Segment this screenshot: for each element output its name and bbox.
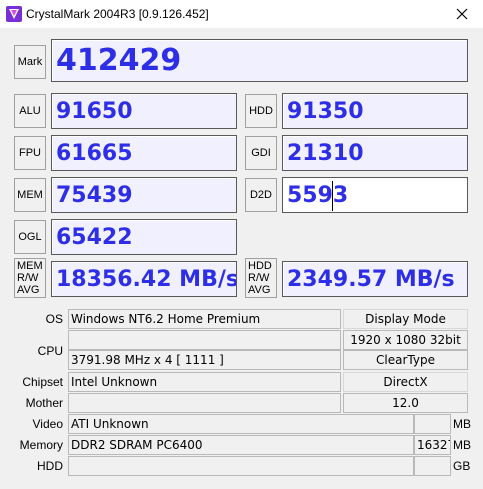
memory-label: Memory	[19, 438, 63, 452]
hdd-rw-avg-value: 2349.57 MB/s	[282, 261, 468, 297]
hdd-info-label: HDD	[37, 459, 63, 473]
memory-size-field: 16327	[414, 435, 451, 455]
ogl-value: 65422	[51, 219, 237, 255]
close-button[interactable]	[441, 0, 483, 28]
hdd-rw-avg-label: HDD R/W AVG	[248, 260, 272, 296]
os-label: OS	[45, 312, 63, 326]
video-label: Video	[32, 417, 63, 431]
gdi-value: 21310	[282, 135, 468, 171]
cpu-label: CPU	[37, 344, 63, 358]
mother-label: Mother	[25, 396, 63, 410]
main-panel: Mark 412429 ALU 91650 HDD 91350 FPU 6166…	[9, 32, 477, 478]
display-mode-field: 1920 x 1080 32bit	[343, 330, 468, 350]
mem-button[interactable]: MEM	[14, 178, 46, 212]
gdi-button[interactable]: GDI	[245, 136, 277, 170]
chipset-field: Intel Unknown	[68, 372, 341, 392]
cpu-field: 3791.98 MHz x 4 [ 1111 ]	[68, 350, 341, 370]
alu-button[interactable]: ALU	[14, 94, 46, 128]
fpu-button[interactable]: FPU	[14, 136, 46, 170]
ogl-button[interactable]: OGL	[14, 220, 46, 254]
mother-field	[68, 393, 341, 413]
fpu-value: 61665	[51, 135, 237, 171]
hdd-value: 91350	[282, 93, 468, 129]
window-title: CrystalMark 2004R3 [0.9.126.452]	[26, 7, 209, 21]
hdd-size-field	[414, 456, 451, 476]
chipset-label: Chipset	[22, 375, 63, 389]
d2d-value-text: 5593	[287, 182, 349, 208]
close-icon	[456, 8, 468, 20]
mark-button[interactable]: Mark	[14, 45, 46, 79]
video-memory-unit: MB	[453, 417, 471, 431]
video-field: ATI Unknown	[68, 414, 414, 434]
cpu-field-top	[68, 330, 341, 350]
d2d-button[interactable]: D2D	[245, 178, 277, 212]
text-caret	[332, 181, 333, 211]
mem-rw-avg-button[interactable]: MEM R/W AVG	[14, 258, 46, 298]
memory-field: DDR2 SDRAM PC6400	[68, 435, 414, 455]
mem-rw-avg-value: 18356.42 MB/s	[51, 261, 237, 297]
hdd-button[interactable]: HDD	[245, 94, 277, 128]
video-memory-size-field	[414, 414, 451, 434]
memory-unit: MB	[453, 438, 471, 452]
directx-field: 12.0	[343, 393, 468, 413]
alu-value: 91650	[51, 93, 237, 129]
hdd-size-unit: GB	[453, 459, 471, 473]
title-bar: CrystalMark 2004R3 [0.9.126.452]	[0, 0, 483, 28]
crystalmark-app-icon	[6, 6, 22, 22]
os-field: Windows NT6.2 Home Premium	[68, 309, 341, 329]
directx-label: DirectX	[343, 372, 468, 392]
d2d-value[interactable]: 5593	[282, 177, 468, 213]
hdd-rw-avg-button[interactable]: HDD R/W AVG	[245, 258, 277, 298]
display-mode-label: Display Mode	[343, 309, 468, 329]
hdd-field	[68, 456, 414, 476]
mark-value: 412429	[51, 39, 468, 82]
cleartype-label: ClearType	[343, 350, 468, 370]
mem-rw-avg-label: MEM R/W AVG	[17, 260, 43, 296]
mem-value: 75439	[51, 177, 237, 213]
